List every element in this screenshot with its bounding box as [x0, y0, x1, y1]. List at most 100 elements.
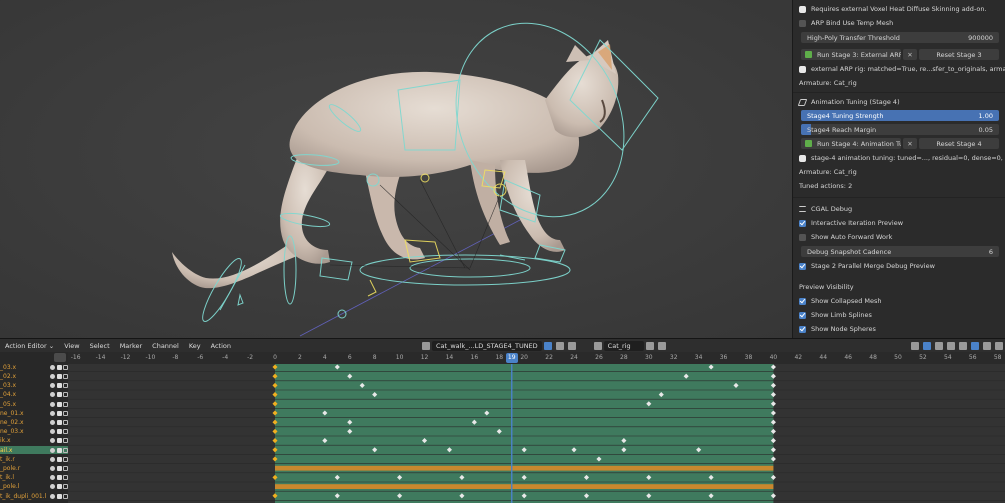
mute-checkbox-icon[interactable] [56, 364, 62, 370]
frame-ruler[interactable]: -16 -14 -12 -10 -8 -6 -4 -2 0 2 4 6 8 10 12 14 16 18 20 22 2… [68, 352, 1005, 364]
wrench-icon[interactable] [50, 493, 55, 499]
wrench-icon[interactable] [50, 419, 55, 425]
parallel-merge-checkbox[interactable]: Stage 2 Parallel Merge Debug Preview [799, 260, 1001, 272]
mute-checkbox-icon[interactable] [56, 392, 62, 398]
menu-marker[interactable]: Marker [115, 342, 147, 350]
wrench-icon[interactable] [50, 456, 55, 462]
high-poly-threshold-field[interactable]: High-Poly Transfer Threshold 900000 [801, 32, 999, 43]
mute-checkbox-icon[interactable] [56, 373, 62, 379]
mute-checkbox-icon[interactable] [56, 383, 62, 389]
wrench-icon[interactable] [50, 475, 55, 481]
reset-stage4-button[interactable]: Reset Stage 4 [919, 138, 999, 149]
menu-channel[interactable]: Channel [147, 342, 184, 350]
copy-action-icon[interactable] [555, 341, 564, 350]
filter-icon[interactable] [959, 341, 967, 350]
channel-row[interactable]: t_ik_dupli_001.l [0, 492, 68, 501]
menu-view[interactable]: View [59, 342, 84, 350]
mute-checkbox-icon[interactable] [56, 493, 62, 499]
hidden-icon[interactable] [947, 341, 955, 350]
run-stage4-button[interactable]: Run Stage 4: Animation Tuning [801, 138, 901, 149]
cursor-select-icon[interactable] [923, 341, 931, 350]
channel-row[interactable]: ne_01.x [0, 409, 68, 418]
wrench-icon[interactable] [50, 401, 55, 407]
tuning-strength-slider[interactable]: Stage4 Tuning Strength 1.00 [801, 110, 999, 121]
animation-tuning-header[interactable]: Animation Tuning (Stage 4) [797, 96, 1001, 108]
mute-checkbox-icon[interactable] [56, 456, 62, 462]
mute-checkbox-icon[interactable] [56, 429, 62, 435]
close-icon[interactable]: ✕ [903, 138, 917, 149]
menu-key[interactable]: Key [184, 342, 206, 350]
mute-checkbox-icon[interactable] [56, 401, 62, 407]
wrench-icon[interactable] [50, 484, 55, 490]
unlink-action-icon[interactable] [567, 341, 576, 350]
only-selected-icon[interactable] [935, 341, 943, 350]
wrench-icon[interactable] [50, 364, 55, 370]
checkbox-icon[interactable] [799, 233, 806, 241]
mute-checkbox-icon[interactable] [56, 438, 62, 444]
fake-user-shield-icon[interactable] [543, 341, 552, 350]
dopesheet-area[interactable] [68, 364, 1005, 503]
run-stage3-button[interactable]: Run Stage 3: External ARP Rig [801, 49, 901, 60]
wrench-icon[interactable] [50, 465, 55, 471]
collapsed-mesh-checkbox[interactable]: Show Collapsed Mesh [799, 295, 1001, 307]
mute-checkbox-icon[interactable] [56, 447, 62, 453]
wrench-icon[interactable] [50, 392, 55, 398]
checkbox-icon[interactable] [799, 311, 806, 319]
copy-icon[interactable] [645, 341, 654, 350]
node-spheres-checkbox[interactable]: Show Node Spheres [799, 323, 1001, 335]
snapping-dropdown-icon[interactable] [995, 341, 1003, 350]
channel-row[interactable]: t_ik.l [0, 473, 68, 482]
auto-forward-checkbox[interactable]: Show Auto Forward Work [799, 231, 1001, 243]
dopesheet-keyframes[interactable] [68, 364, 1005, 503]
wrench-icon[interactable] [50, 438, 55, 444]
action-browse-icon[interactable] [422, 341, 430, 350]
wrench-icon[interactable] [50, 410, 55, 416]
channel-row[interactable]: _03.x [0, 363, 68, 372]
mute-checkbox-icon[interactable] [56, 419, 62, 425]
channel-row[interactable]: ail.x [0, 445, 68, 455]
channel-zoom-control[interactable] [54, 353, 66, 362]
wrench-icon[interactable] [50, 429, 55, 435]
current-frame-indicator[interactable]: 19 [505, 353, 518, 363]
arp-bind-temp-mesh-checkbox[interactable]: ARP Bind Use Temp Mesh [799, 17, 1001, 29]
channel-row[interactable]: _02.x [0, 372, 68, 381]
checkbox-icon[interactable] [799, 19, 806, 27]
channel-row[interactable]: _03.x [0, 381, 68, 390]
checkbox-icon[interactable] [799, 262, 806, 270]
wrench-icon[interactable] [50, 447, 55, 453]
object-name-field[interactable]: Cat_rig [603, 340, 644, 351]
checkbox-icon[interactable] [799, 219, 806, 227]
checkbox-icon[interactable] [799, 297, 806, 305]
editor-mode-dropdown[interactable]: Action Editor ⌄ [0, 342, 59, 350]
channel-row[interactable]: _05.x [0, 400, 68, 409]
checkbox-icon[interactable] [799, 325, 806, 333]
close-icon[interactable] [657, 341, 666, 350]
wrench-icon[interactable] [50, 383, 55, 389]
menu-select[interactable]: Select [85, 342, 115, 350]
action-name-field[interactable]: Cat_walk_...LD_STAGE4_TUNED [432, 340, 542, 351]
channel-row[interactable]: _04.x [0, 391, 68, 400]
channel-row[interactable]: _pole.l [0, 483, 68, 492]
mute-checkbox-icon[interactable] [56, 465, 62, 471]
wrench-icon[interactable] [50, 373, 55, 379]
mute-checkbox-icon[interactable] [56, 410, 62, 416]
channel-row[interactable]: ik.x [0, 437, 68, 446]
cgal-debug-header[interactable]: CGAL Debug [799, 203, 1001, 215]
summary-icon[interactable] [911, 341, 919, 350]
3d-viewport[interactable] [0, 0, 792, 338]
mute-checkbox-icon[interactable] [56, 475, 62, 481]
snap-icon[interactable] [983, 341, 991, 350]
channel-row[interactable]: ne_02.x [0, 418, 68, 427]
limb-splines-checkbox[interactable]: Show Limb Splines [799, 309, 1001, 321]
channel-row[interactable]: _pole.r [0, 464, 68, 473]
interactive-preview-checkbox[interactable]: Interactive Iteration Preview [799, 217, 1001, 229]
menu-action[interactable]: Action [206, 342, 236, 350]
reset-stage3-button[interactable]: Reset Stage 3 [919, 49, 999, 60]
close-icon[interactable]: ✕ [903, 49, 917, 60]
snapshot-cadence-field[interactable]: Debug Snapshot Cadence 6 [801, 246, 999, 257]
reach-margin-slider[interactable]: Stage4 Reach Margin 0.05 [801, 124, 999, 135]
mute-checkbox-icon[interactable] [56, 484, 62, 490]
channel-row[interactable]: t_ik.r [0, 455, 68, 464]
channel-row[interactable]: ne_03.x [0, 427, 68, 436]
proportional-editing-icon[interactable] [971, 341, 979, 350]
